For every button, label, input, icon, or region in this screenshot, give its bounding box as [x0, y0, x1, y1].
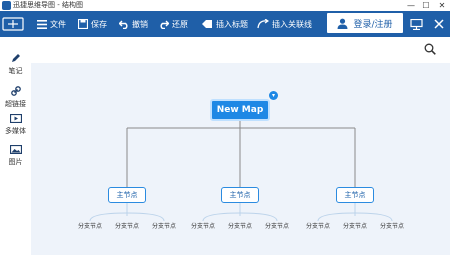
branch-node[interactable]: 分支节点: [188, 221, 218, 230]
branch-node[interactable]: 分支节点: [262, 221, 292, 230]
branch-node[interactable]: 分支节点: [377, 221, 407, 230]
branch-node[interactable]: 分支节点: [340, 221, 370, 230]
branch-node[interactable]: 分支节点: [112, 221, 142, 230]
branch-node[interactable]: 分支节点: [225, 221, 255, 230]
collapse-toggle-icon[interactable]: ▾: [269, 91, 278, 100]
branch-node[interactable]: 分支节点: [149, 221, 179, 230]
connector-lines: [89, 121, 393, 222]
branch-node[interactable]: 分支节点: [303, 221, 333, 230]
main-node[interactable]: 主节点: [108, 187, 146, 203]
main-node[interactable]: 主节点: [221, 187, 259, 203]
root-node[interactable]: New Map: [210, 99, 270, 121]
main-node[interactable]: 主节点: [336, 187, 374, 203]
branch-node[interactable]: 分支节点: [75, 221, 105, 230]
